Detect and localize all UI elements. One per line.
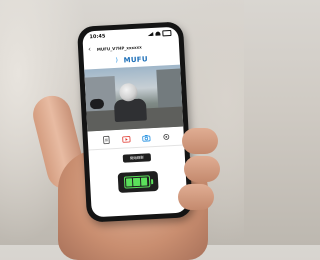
phone-screen: 10:45 ‹ MUFU_V7HP_xxxxxx ) MUFU xyxy=(82,27,188,218)
battery-status-icon xyxy=(162,30,171,36)
signal-icon xyxy=(147,32,153,36)
battery-cell xyxy=(133,178,140,186)
file-icon[interactable] xyxy=(101,134,112,145)
smartphone: 10:45 ‹ MUFU_V7HP_xxxxxx ) MUFU xyxy=(77,21,193,222)
wireless-logo-icon: ) xyxy=(115,58,121,64)
device-name: MUFU_V7HP_xxxxxx xyxy=(97,44,142,51)
live-camera-view[interactable] xyxy=(84,65,183,132)
record-button[interactable]: 開始錄影 xyxy=(123,153,151,162)
brand-name: MUFU xyxy=(123,55,148,64)
status-time: 10:45 xyxy=(89,33,105,40)
battery-cell xyxy=(141,178,148,186)
camera-scene-building-right xyxy=(156,69,182,110)
hand-finger xyxy=(178,184,214,210)
battery-tip xyxy=(150,179,152,184)
video-folder-icon[interactable] xyxy=(121,133,132,144)
hand-finger xyxy=(182,128,218,154)
hand-finger xyxy=(184,156,220,182)
camera-icon[interactable] xyxy=(141,132,152,143)
battery-cell xyxy=(126,178,133,186)
camera-scene-mirror xyxy=(90,99,105,110)
back-icon[interactable]: ‹ xyxy=(88,46,91,53)
settings-icon[interactable] xyxy=(161,131,172,142)
battery-body xyxy=(123,175,150,188)
battery-indicator xyxy=(118,171,159,193)
camera-scene-rider-body xyxy=(114,98,147,122)
wifi-icon xyxy=(155,32,160,36)
status-icons xyxy=(147,30,171,37)
